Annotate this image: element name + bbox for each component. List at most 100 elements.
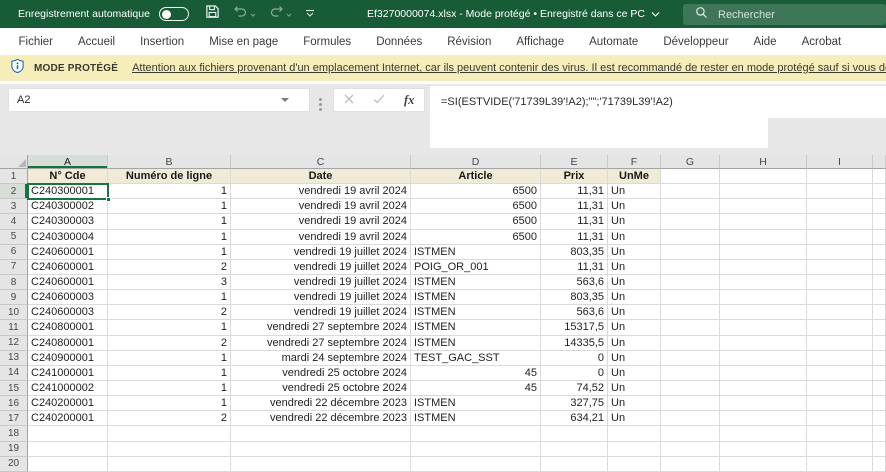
cell-C8[interactable]: vendredi 19 juillet 2024	[231, 275, 411, 290]
cell-H7[interactable]	[720, 260, 807, 275]
row-header-14[interactable]: 14	[0, 366, 28, 381]
cell-G16[interactable]	[661, 396, 720, 411]
cell-H6[interactable]	[720, 245, 807, 260]
row-header-3[interactable]: 3	[0, 199, 28, 214]
cell-G15[interactable]	[661, 381, 720, 396]
tab-insertion[interactable]: Insertion	[128, 28, 197, 55]
cell-B11[interactable]: 1	[108, 320, 231, 335]
cell-G5[interactable]	[661, 230, 720, 245]
cell-D2[interactable]: 6500	[411, 184, 541, 199]
cell-F15[interactable]: Un	[608, 381, 661, 396]
row-header-12[interactable]: 12	[0, 336, 28, 351]
cell-H4[interactable]	[720, 214, 807, 229]
cell-J11[interactable]	[873, 320, 886, 335]
cell-I11[interactable]	[807, 320, 873, 335]
row-header-15[interactable]: 15	[0, 381, 28, 396]
cell-H12[interactable]	[720, 336, 807, 351]
cell-D13[interactable]: TEST_GAC_SST	[411, 351, 541, 366]
row-header-16[interactable]: 16	[0, 396, 28, 411]
cell-A16[interactable]: C240200001	[28, 396, 108, 411]
cell-G13[interactable]	[661, 351, 720, 366]
search-box[interactable]	[683, 4, 886, 25]
cell-A19[interactable]	[28, 442, 108, 457]
cell-C11[interactable]: vendredi 27 septembre 2024	[231, 320, 411, 335]
cell-B15[interactable]: 1	[108, 381, 231, 396]
cell-E4[interactable]: 11,31	[541, 214, 608, 229]
cell-F1[interactable]: UnMe	[608, 169, 661, 184]
cell-J18[interactable]	[873, 426, 886, 441]
cell-A17[interactable]: C240200001	[28, 411, 108, 426]
cell-E18[interactable]	[541, 426, 608, 441]
redo-icon[interactable]	[269, 5, 284, 23]
cell-I13[interactable]	[807, 351, 873, 366]
cell-J19[interactable]	[873, 442, 886, 457]
row-header-1[interactable]: 1	[0, 169, 28, 184]
search-input[interactable]	[718, 9, 848, 21]
cell-J10[interactable]	[873, 305, 886, 320]
cell-I10[interactable]	[807, 305, 873, 320]
cell-C6[interactable]: vendredi 19 juillet 2024	[231, 245, 411, 260]
protected-mode-message-link[interactable]: Attention aux fichiers provenant d'un em…	[132, 62, 886, 74]
cell-A18[interactable]	[28, 426, 108, 441]
cell-F16[interactable]: Un	[608, 396, 661, 411]
cell-F8[interactable]: Un	[608, 275, 661, 290]
row-header-6[interactable]: 6	[0, 245, 28, 260]
name-box-input[interactable]	[9, 94, 281, 106]
cell-C4[interactable]: vendredi 19 avril 2024	[231, 214, 411, 229]
cell-C2[interactable]: vendredi 19 avril 2024	[231, 184, 411, 199]
cell-J9[interactable]	[873, 290, 886, 305]
cell-H20[interactable]	[720, 457, 807, 472]
cell-C19[interactable]	[231, 442, 411, 457]
tab-formules[interactable]: Formules	[291, 28, 364, 55]
cell-H19[interactable]	[720, 442, 807, 457]
cell-C10[interactable]: vendredi 19 juillet 2024	[231, 305, 411, 320]
column-header-I[interactable]: I	[807, 155, 873, 169]
cell-B12[interactable]: 2	[108, 336, 231, 351]
row-header-11[interactable]: 11	[0, 320, 28, 335]
cell-G11[interactable]	[661, 320, 720, 335]
cell-B16[interactable]: 1	[108, 396, 231, 411]
cell-I20[interactable]	[807, 457, 873, 472]
cell-E9[interactable]: 803,35	[541, 290, 608, 305]
cell-G20[interactable]	[661, 457, 720, 472]
cell-I6[interactable]	[807, 245, 873, 260]
cell-I14[interactable]	[807, 366, 873, 381]
cell-D18[interactable]	[411, 426, 541, 441]
cell-I2[interactable]	[807, 184, 873, 199]
cell-F7[interactable]: Un	[608, 260, 661, 275]
formula-bar-handle[interactable]	[319, 98, 322, 101]
cell-G9[interactable]	[661, 290, 720, 305]
cell-D6[interactable]: ISTMEN	[411, 245, 541, 260]
cell-J13[interactable]	[873, 351, 886, 366]
cell-B17[interactable]: 2	[108, 411, 231, 426]
row-header-10[interactable]: 10	[0, 305, 28, 320]
cell-D15[interactable]: 45	[411, 381, 541, 396]
cell-J12[interactable]	[873, 336, 886, 351]
cell-A1[interactable]: N° Cde	[28, 169, 108, 184]
cell-F5[interactable]: Un	[608, 230, 661, 245]
tab-affichage[interactable]: Affichage	[504, 28, 577, 55]
cell-J5[interactable]	[873, 230, 886, 245]
cell-E8[interactable]: 563,6	[541, 275, 608, 290]
cell-F18[interactable]	[608, 426, 661, 441]
cell-I8[interactable]	[807, 275, 873, 290]
cell-A3[interactable]: C240300002	[28, 199, 108, 214]
cell-E16[interactable]: 327,75	[541, 396, 608, 411]
cell-J16[interactable]	[873, 396, 886, 411]
cell-A12[interactable]: C240800001	[28, 336, 108, 351]
cell-D7[interactable]: POIG_OR_001	[411, 260, 541, 275]
cell-E11[interactable]: 15317,5	[541, 320, 608, 335]
cell-F4[interactable]: Un	[608, 214, 661, 229]
cell-D12[interactable]: ISTMEN	[411, 336, 541, 351]
cancel-entry-icon[interactable]	[344, 91, 354, 109]
cell-E15[interactable]: 74,52	[541, 381, 608, 396]
column-header-E[interactable]: E	[541, 155, 608, 169]
cell-D8[interactable]: ISTMEN	[411, 275, 541, 290]
column-header-C[interactable]: C	[231, 155, 411, 169]
cell-C12[interactable]: vendredi 27 septembre 2024	[231, 336, 411, 351]
cell-J7[interactable]	[873, 260, 886, 275]
cell-C18[interactable]	[231, 426, 411, 441]
cell-B3[interactable]: 1	[108, 199, 231, 214]
column-header-F[interactable]: F	[608, 155, 661, 169]
cell-D11[interactable]: ISTMEN	[411, 320, 541, 335]
